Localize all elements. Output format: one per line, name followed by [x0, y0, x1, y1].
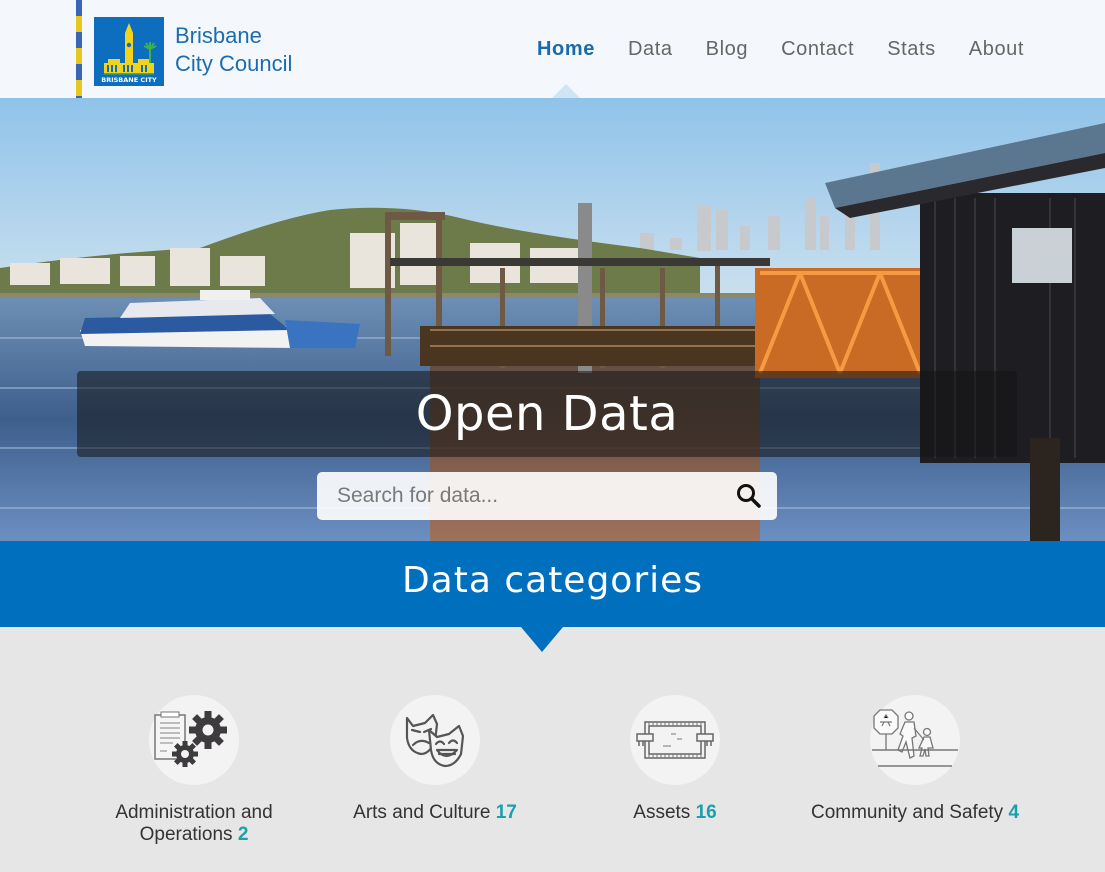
nav-stats[interactable]: Stats	[887, 38, 936, 61]
category-name: Community and Safety	[810, 802, 1004, 823]
category-count: 4	[1008, 802, 1020, 823]
category-count: 17	[495, 802, 517, 823]
category-count: 2	[237, 824, 249, 845]
brand-line-1: Brisbane	[175, 23, 262, 48]
category-name: Arts and Culture	[353, 802, 491, 823]
main-nav: Home Data Blog Contact Stats About	[520, 38, 1057, 61]
category-name: Administration and	[115, 802, 273, 823]
category-icon-circle	[149, 695, 239, 785]
search-box	[317, 472, 777, 520]
nav-data[interactable]: Data	[628, 38, 673, 61]
logo-text: BRISBANE CITY	[101, 76, 157, 84]
brand-stripe	[76, 0, 82, 98]
clipboard-gears-icon	[154, 711, 227, 767]
nav-blog[interactable]: Blog	[706, 38, 748, 61]
brand-line-2: City Council	[175, 51, 293, 76]
category-arts-and-culture[interactable]: Arts and Culture 17	[315, 695, 555, 824]
council-logo[interactable]: BRISBANE CITY	[94, 17, 164, 86]
categories-heading: Data categories	[401, 560, 704, 601]
hero-title-panel: Open Data	[77, 371, 1017, 457]
category-icon-circle	[870, 695, 960, 785]
brand-name[interactable]: Brisbane City Council	[175, 22, 292, 78]
categories-grid: Administration and Operations 2 Arts and…	[0, 627, 1105, 872]
category-name-line2: Operations	[139, 824, 233, 845]
hero-title: Open Data	[415, 386, 679, 442]
category-label: Arts and Culture 17	[315, 802, 555, 824]
search-icon	[737, 484, 761, 508]
hero-section: Open Data	[0, 98, 1105, 541]
categories-banner: Data categories	[0, 541, 1105, 627]
category-assets[interactable]: Assets 16	[555, 695, 795, 824]
theatre-masks-icon	[405, 713, 465, 768]
search-input[interactable]	[317, 472, 717, 520]
category-name: Assets	[633, 802, 691, 823]
city-hall-logo-icon: BRISBANE CITY	[94, 17, 164, 86]
nav-contact[interactable]: Contact	[781, 38, 854, 61]
category-label: Community and Safety 4	[795, 802, 1035, 824]
category-icon-circle	[630, 695, 720, 785]
nav-about[interactable]: About	[969, 38, 1024, 61]
category-label: Administration and Operations 2	[74, 802, 314, 846]
nav-home[interactable]: Home	[537, 38, 595, 61]
category-community-and-safety[interactable]: Community and Safety 4	[795, 695, 1035, 824]
category-administration[interactable]: Administration and Operations 2	[74, 695, 314, 846]
bridge-icon	[636, 721, 714, 759]
category-icon-circle	[390, 695, 480, 785]
category-count: 16	[695, 802, 717, 823]
category-label: Assets 16	[555, 802, 795, 824]
school-crossing-icon	[872, 709, 958, 767]
active-nav-pointer	[552, 84, 580, 98]
search-button[interactable]	[735, 482, 763, 510]
